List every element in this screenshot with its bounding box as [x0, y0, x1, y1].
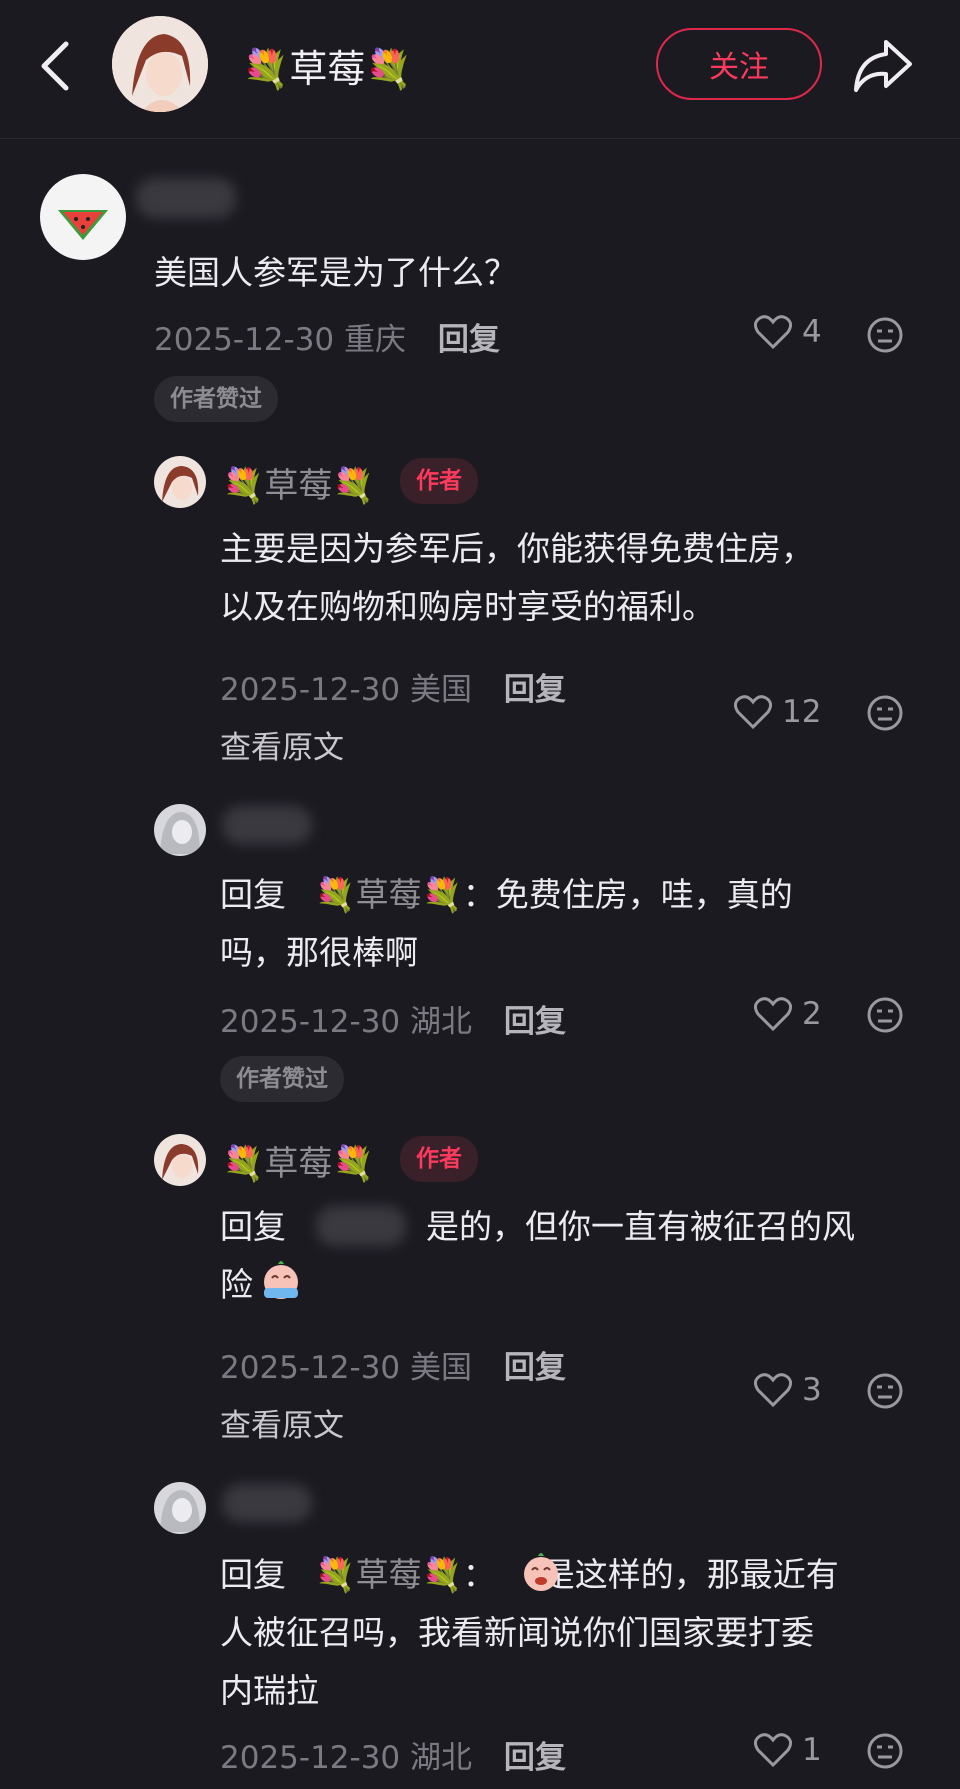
reply-button[interactable]: 回复: [504, 1004, 566, 1040]
reply-button[interactable]: 回复: [504, 1350, 566, 1386]
commenter-name-redacted: [222, 806, 312, 844]
reply-date: 2025-12-30: [220, 1350, 401, 1386]
dislike-face-icon[interactable]: [866, 1732, 904, 1770]
like-count: 4: [802, 314, 822, 350]
reply-text-line-2: 吗，那很棒啊: [220, 933, 418, 972]
reply-meta: 2025-12-30 美国 回复: [220, 664, 566, 709]
comment-date: 2025-12-30: [154, 322, 335, 358]
like-count: 1: [802, 1732, 822, 1768]
reply-text-line-2: 人被征召吗，我看新闻说你们国家要打委: [220, 1613, 814, 1652]
comment-meta: 2025-12-30 重庆 回复: [154, 314, 500, 359]
heart-icon: [754, 997, 792, 1031]
like-count: 12: [782, 694, 822, 730]
like-button[interactable]: 1: [754, 1732, 822, 1768]
reply-text-line-2: 险: [220, 1265, 253, 1304]
reply-date: 2025-12-30: [220, 672, 401, 708]
reply-button[interactable]: 回复: [504, 1740, 566, 1776]
reply-location: 湖北: [410, 1740, 473, 1776]
reply-button[interactable]: 回复: [438, 322, 500, 358]
reply-text-line-1: 主要是因为参军后，你能获得免费住房，: [220, 529, 814, 568]
author-liked-badge: 作者赞过: [154, 376, 278, 422]
dislike-face-icon[interactable]: [866, 316, 904, 354]
like-button[interactable]: 12: [734, 694, 821, 730]
commenter-name-redacted: [222, 1484, 312, 1522]
reply-to-name[interactable]: 💐草莓💐: [315, 875, 463, 914]
reply-meta: 2025-12-30 湖北 回复: [220, 996, 566, 1041]
reply-text-line-1: 是的，但你一直有被征召的风: [426, 1207, 855, 1246]
author-reply-avatar[interactable]: [154, 456, 206, 508]
author-tag: 作者: [400, 458, 478, 504]
author-name[interactable]: 💐草莓💐: [242, 38, 413, 93]
view-original-link[interactable]: 查看原文: [220, 722, 344, 767]
view-original-link[interactable]: 查看原文: [220, 1400, 344, 1445]
commenter-avatar[interactable]: [40, 174, 126, 260]
reply-date: 2025-12-30: [220, 1004, 401, 1040]
heart-icon: [734, 695, 772, 729]
dislike-face-icon[interactable]: [866, 694, 904, 732]
reply-text-line-3: 内瑞拉: [220, 1671, 319, 1710]
reply-to-name[interactable]: 💐草莓💐: [315, 1555, 463, 1594]
like-button[interactable]: 3: [754, 1372, 822, 1408]
reply-text-line-2: 以及在购物和购房时享受的福利。: [220, 587, 715, 626]
author-avatar[interactable]: [112, 16, 208, 112]
reply-button[interactable]: 回复: [504, 672, 566, 708]
like-button[interactable]: 4: [754, 314, 822, 350]
crying-emoji-icon: [264, 1261, 298, 1299]
back-arrow-icon[interactable]: [36, 38, 76, 94]
author-liked-badge: 作者赞过: [220, 1056, 344, 1102]
author-reply-name[interactable]: 💐草莓💐: [222, 458, 375, 507]
commenter-name-redacted: [136, 178, 236, 218]
commenter-avatar[interactable]: [154, 804, 206, 856]
author-reply-avatar[interactable]: [154, 1134, 206, 1186]
reply-prefix: 回复: [220, 1207, 286, 1246]
like-count: 3: [802, 1372, 822, 1408]
dislike-face-icon[interactable]: [866, 996, 904, 1034]
reply-to-name-redacted: [316, 1206, 406, 1246]
author-reply-name[interactable]: 💐草莓💐: [222, 1136, 375, 1185]
dislike-face-icon[interactable]: [866, 1372, 904, 1410]
crying-emoji-icon: [524, 1553, 558, 1591]
heart-icon: [754, 315, 792, 349]
comment-location: 重庆: [344, 322, 407, 358]
author-tag: 作者: [400, 1136, 478, 1182]
reply-meta: 2025-12-30 湖北 回复: [220, 1732, 566, 1777]
reply-location: 美国: [410, 672, 473, 708]
reply-meta: 2025-12-30 美国 回复: [220, 1342, 566, 1387]
heart-icon: [754, 1733, 792, 1767]
like-button[interactable]: 2: [754, 996, 822, 1032]
follow-button[interactable]: 关注: [656, 28, 822, 100]
comment-text: 美国人参军是为了什么？: [154, 253, 517, 292]
heart-icon: [754, 1373, 792, 1407]
reply-date: 2025-12-30: [220, 1740, 401, 1776]
reply-location: 美国: [410, 1350, 473, 1386]
share-icon[interactable]: [852, 36, 914, 94]
reply-text-line-1: 回复 💐草莓💐：免费住房，哇，真的: [220, 875, 793, 914]
like-count: 2: [802, 996, 822, 1032]
reply-location: 湖北: [410, 1004, 473, 1040]
commenter-avatar[interactable]: [154, 1482, 206, 1534]
